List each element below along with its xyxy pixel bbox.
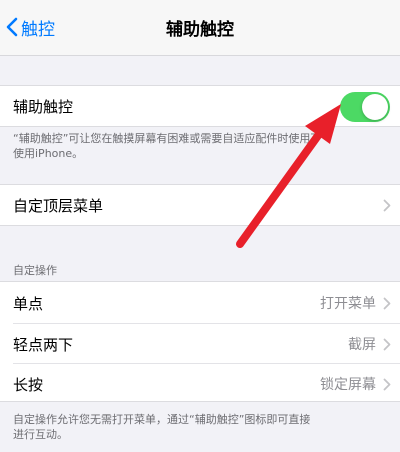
toggle-knob [362, 94, 388, 120]
assistive-touch-group: 辅助触控 [0, 85, 400, 127]
assistive-touch-footnote-line1: “辅助触控”可让您在触摸屏幕有困难或需要自适应配件时使用 [13, 132, 311, 145]
assistive-touch-row: 辅助触控 [0, 86, 400, 126]
assistive-touch-footnote: “辅助触控”可让您在触摸屏幕有困难或需要自适应配件时使用下 使用iPhone。 [13, 131, 387, 161]
assistive-touch-toggle[interactable] [340, 92, 390, 122]
action-label: 单点 [13, 294, 44, 313]
assistive-touch-footnote-line1-tail: 下 [310, 132, 322, 145]
navigation-bar: 触控 辅助触控 [0, 0, 400, 56]
action-value: 截屏 [348, 337, 376, 353]
assistive-touch-label: 辅助触控 [13, 97, 74, 116]
action-row-single-tap[interactable]: 单点 打开菜单 [0, 283, 400, 323]
page-title: 辅助触控 [166, 20, 234, 40]
chevron-right-icon [383, 199, 391, 212]
action-row-long-press[interactable]: 长按 锁定屏幕 [0, 364, 400, 404]
custom-actions-header: 自定操作 [13, 264, 57, 277]
chevron-right-icon [383, 338, 391, 351]
action-value: 锁定屏幕 [320, 377, 376, 393]
action-label: 长按 [13, 375, 44, 394]
assistive-touch-footnote-line2: 使用iPhone。 [13, 147, 84, 160]
custom-actions-footnote-line2: 进行互动。 [13, 428, 68, 441]
chevron-right-icon [383, 297, 391, 310]
top-menu-group: 自定顶层菜单 [0, 184, 400, 226]
customize-top-menu-label: 自定顶层菜单 [13, 196, 104, 215]
custom-actions-group: 单点 打开菜单 轻点两下 截屏 长按 锁定屏幕 [0, 281, 400, 402]
custom-actions-footnote-line1: 自定操作允许您无需打开菜单，通过“辅助触控”图标即可直接 [13, 413, 311, 426]
action-row-double-tap[interactable]: 轻点两下 截屏 [0, 324, 400, 364]
action-label: 轻点两下 [13, 335, 74, 354]
custom-actions-footnote: 自定操作允许您无需打开菜单，通过“辅助触控”图标即可直接 进行互动。 [13, 412, 387, 442]
customize-top-menu-row[interactable]: 自定顶层菜单 [0, 185, 400, 225]
chevron-right-icon [383, 378, 391, 391]
action-value: 打开菜单 [320, 296, 376, 312]
